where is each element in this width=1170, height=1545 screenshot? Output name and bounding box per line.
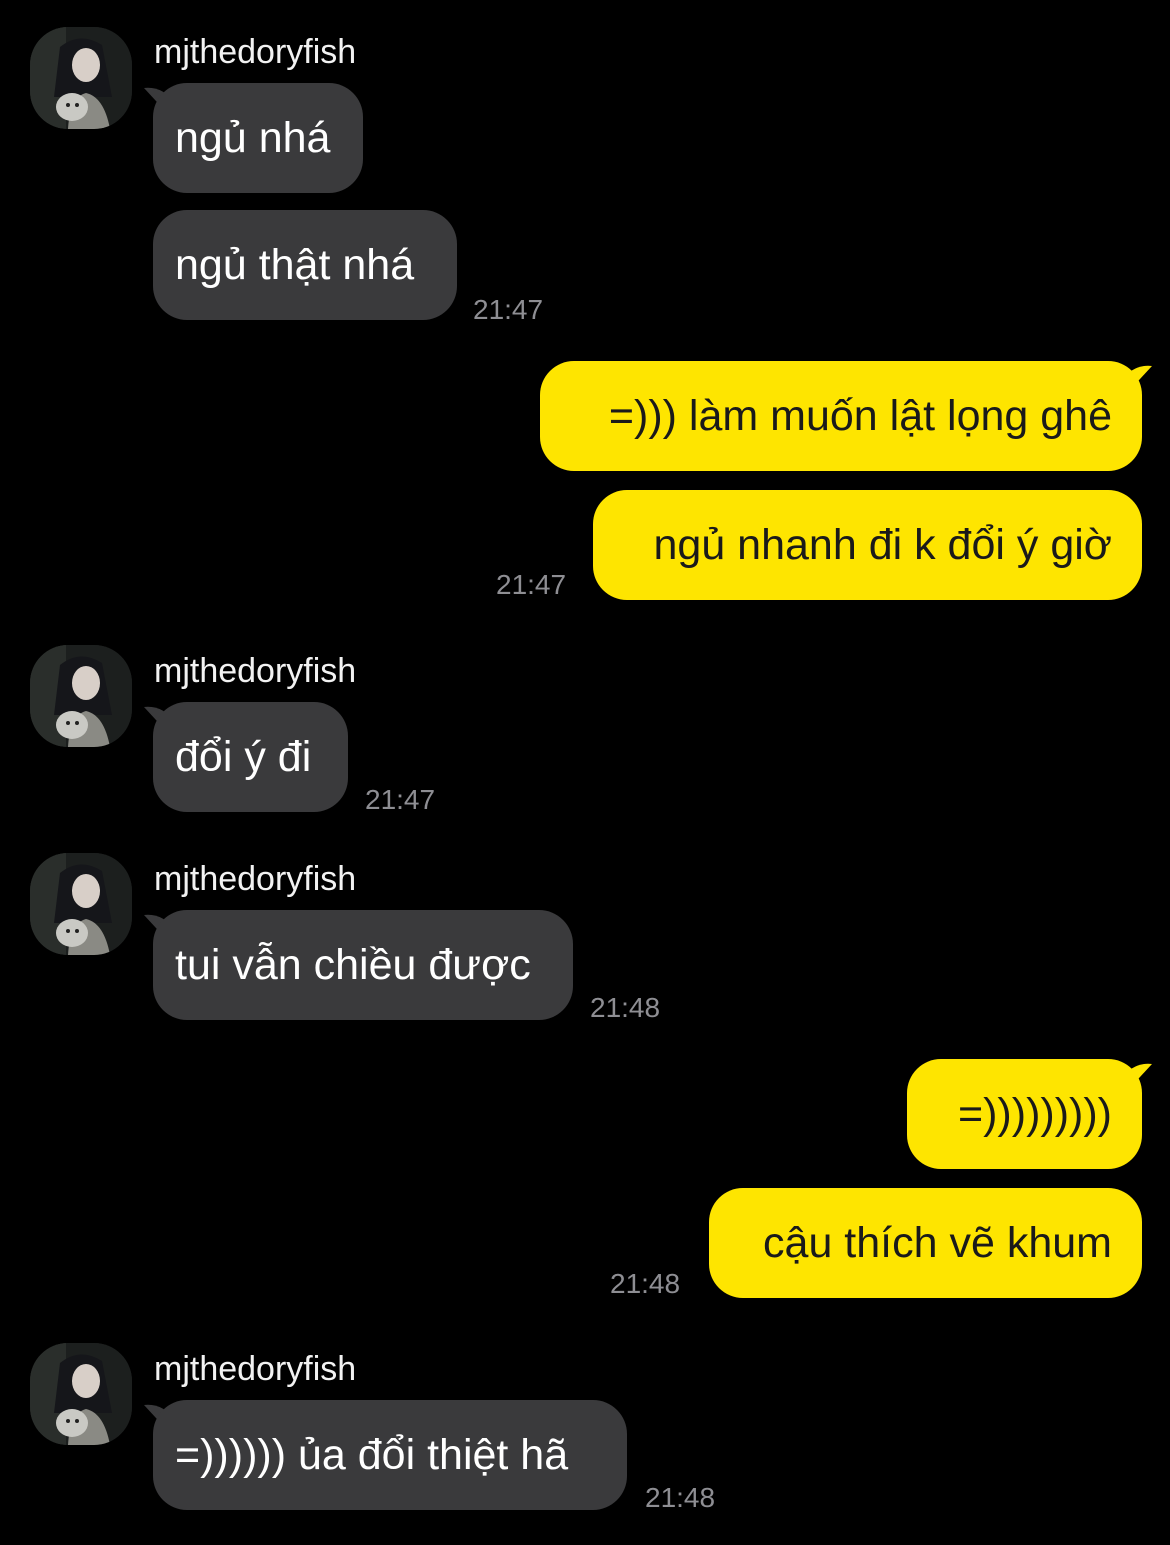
message-text: ngủ nhá — [175, 114, 331, 162]
message-text: ngủ thật nhá — [175, 241, 415, 289]
message-text: ngủ nhanh đi k đổi ý giờ — [653, 521, 1112, 569]
message-text: cậu thích vẽ khum — [763, 1219, 1112, 1267]
message-text: đổi ý đi — [175, 733, 312, 781]
incoming-message-bubble[interactable]: ngủ nhá — [153, 83, 363, 193]
sender-name: mjthedoryfish — [154, 860, 357, 898]
outgoing-message-bubble[interactable]: ngủ nhanh đi k đổi ý giờ — [593, 490, 1142, 600]
message-text: =)))))) ủa đổi thiệt hã — [175, 1431, 569, 1479]
incoming-message-bubble[interactable]: ngủ thật nhá — [153, 210, 457, 320]
message-text: tui vẫn chiều được — [175, 941, 531, 989]
message-text: =))) làm muốn lật lọng ghê — [608, 392, 1112, 440]
sender-name: mjthedoryfish — [154, 652, 357, 690]
outgoing-message-bubble[interactable]: cậu thích vẽ khum — [709, 1188, 1142, 1298]
message-timestamp: 21:48 — [645, 1482, 716, 1513]
avatar[interactable] — [30, 1343, 132, 1445]
outgoing-message-bubble[interactable]: =))))))))) — [907, 1059, 1142, 1169]
profile-photo-avatar-icon — [30, 1343, 132, 1445]
avatar[interactable] — [30, 645, 132, 747]
incoming-message-bubble[interactable]: tui vẫn chiều được — [153, 910, 573, 1020]
profile-photo-avatar-icon — [30, 645, 132, 747]
message-timestamp: 21:47 — [473, 294, 544, 325]
avatar[interactable] — [30, 27, 132, 129]
message-timestamp: 21:48 — [590, 992, 661, 1023]
message-timestamp: 21:47 — [496, 569, 567, 600]
sender-name: mjthedoryfish — [154, 33, 357, 71]
incoming-message-bubble[interactable]: đổi ý đi — [153, 702, 348, 812]
sender-name: mjthedoryfish — [154, 1350, 357, 1388]
profile-photo-avatar-icon — [30, 853, 132, 955]
avatar[interactable] — [30, 853, 132, 955]
message-timestamp: 21:48 — [610, 1268, 681, 1299]
incoming-message-bubble[interactable]: =)))))) ủa đổi thiệt hã — [153, 1400, 627, 1510]
outgoing-message-bubble[interactable]: =))) làm muốn lật lọng ghê — [540, 361, 1142, 471]
message-timestamp: 21:47 — [365, 784, 436, 815]
profile-photo-avatar-icon — [30, 27, 132, 129]
message-text: =))))))))) — [958, 1090, 1112, 1138]
